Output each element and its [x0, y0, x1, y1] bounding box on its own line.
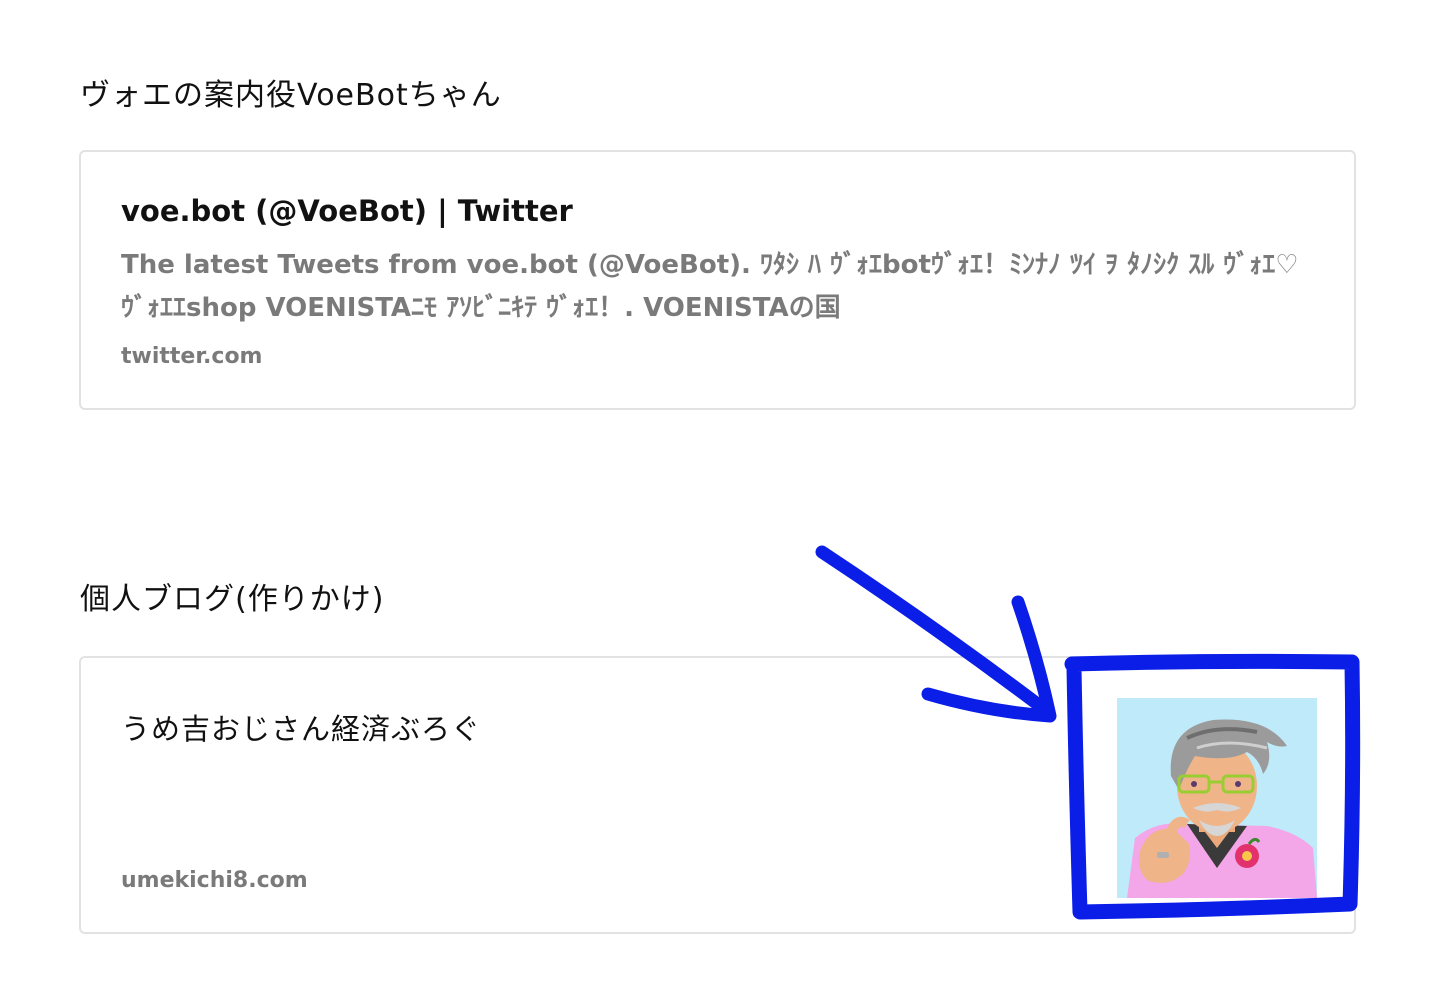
link-card-blog[interactable]: うめ吉おじさん経済ぶろぐ umekichi8.com	[79, 656, 1356, 934]
card-title: うめ吉おじさん経済ぶろぐ	[121, 712, 482, 746]
card-domain: twitter.com	[121, 344, 263, 369]
card-domain: umekichi8.com	[121, 868, 308, 893]
page: ヴォエの案内役VoeBotちゃん voe.bot (@VoeBot) | Twi…	[0, 0, 1432, 985]
section-heading: ヴォエの案内役VoeBotちゃん	[80, 78, 502, 113]
man-with-glasses-avatar-icon	[1117, 698, 1317, 898]
section-heading: 個人ブログ(作りかけ)	[80, 582, 385, 617]
link-card-twitter[interactable]: voe.bot (@VoeBot) | Twitter The latest T…	[79, 150, 1356, 410]
card-title: voe.bot (@VoeBot) | Twitter	[121, 194, 573, 228]
card-description: The latest Tweets from voe.bot (@VoeBot)…	[121, 250, 1299, 323]
